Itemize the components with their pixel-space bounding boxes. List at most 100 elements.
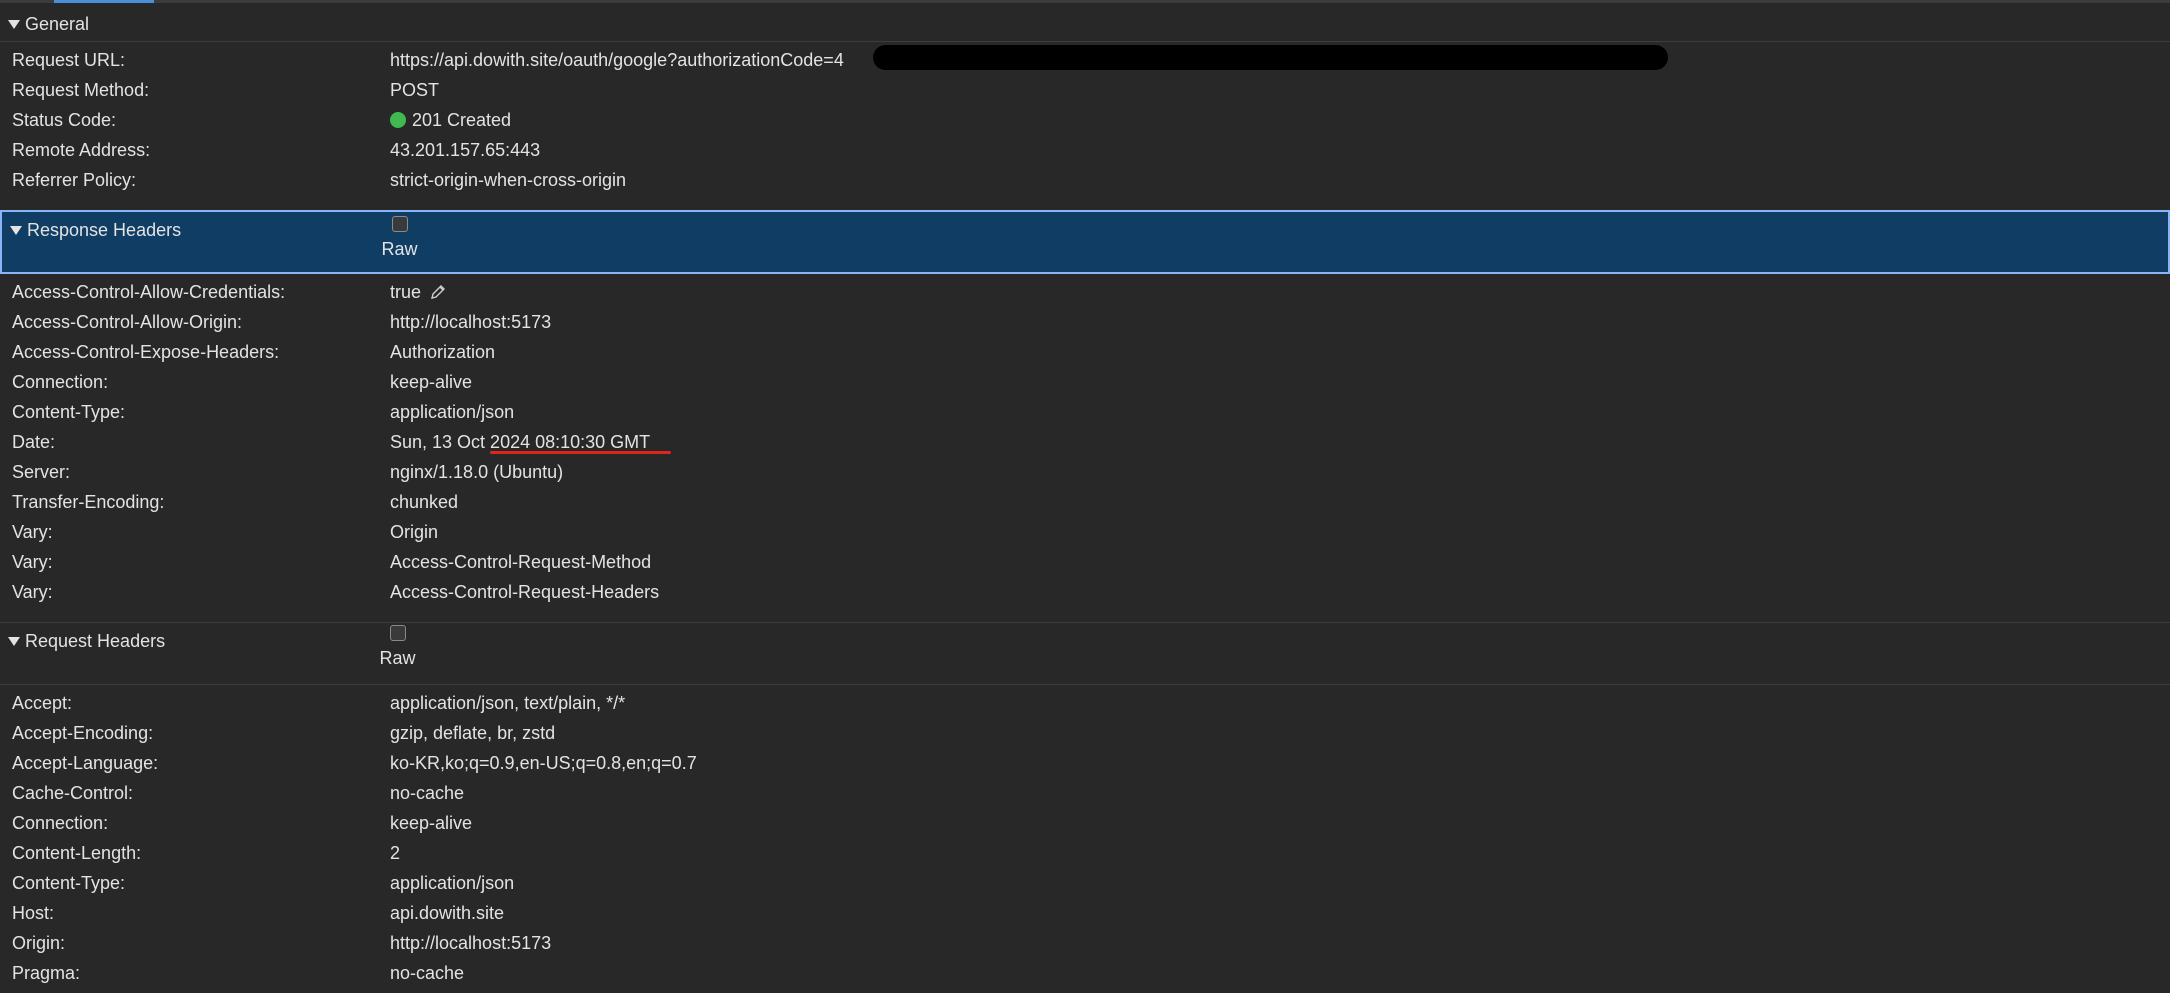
request-headers-title: Request Headers [25, 631, 166, 651]
header-key: Vary: [12, 582, 53, 602]
general-title: General [25, 14, 90, 34]
response-header-row: Vary: Access-Control-Request-Method [0, 547, 2170, 577]
header-value: api.dowith.site [390, 903, 505, 923]
request-header-row: Host: api.dowith.site [0, 898, 2170, 928]
header-key: Access-Control-Allow-Origin: [12, 312, 243, 332]
header-key: Connection: [12, 813, 109, 833]
header-value: strict-origin-when-cross-origin [390, 170, 627, 190]
header-value: 2 [390, 843, 401, 863]
response-header-row: Date: Sun, 13 Oct 2024 08:10:30 GMT [0, 427, 2170, 457]
header-key: Transfer-Encoding: [12, 492, 165, 512]
raw-toggle[interactable]: Raw [264, 216, 535, 260]
header-value: application/json [390, 402, 515, 422]
header-key: Request Method: [12, 80, 150, 100]
response-header-row: Server: nginx/1.18.0 (Ubuntu) [0, 457, 2170, 487]
header-value: nginx/1.18.0 (Ubuntu) [390, 462, 564, 482]
header-key: Status Code: [12, 110, 117, 130]
header-key: Remote Address: [12, 140, 151, 160]
header-key: Server: [12, 462, 71, 482]
header-value: keep-alive [390, 813, 473, 833]
header-key: Referrer Policy: [12, 170, 137, 190]
header-key: Access-Control-Allow-Credentials: [12, 282, 286, 302]
redaction-mark [873, 45, 1668, 70]
header-value: chunked [390, 492, 459, 512]
raw-label: Raw [379, 648, 416, 668]
raw-checkbox[interactable] [389, 625, 406, 641]
response-headers-section-header[interactable]: Response Headers Raw [0, 210, 2170, 274]
status-text: 201 Created [412, 110, 512, 130]
disclosure-triangle-icon [8, 637, 20, 646]
header-value: no-cache [390, 963, 465, 983]
header-value: Authorization [390, 342, 496, 362]
header-value: no-cache [390, 783, 465, 803]
header-value: true [390, 282, 422, 302]
header-key: Cache-Control: [12, 783, 134, 803]
header-value: https://api.dowith.site/oauth/google?aut… [390, 50, 844, 70]
request-headers-section-header[interactable]: Request Headers Raw [0, 622, 2170, 685]
general-row: Remote Address: 43.201.157.65:443 [0, 135, 2170, 165]
response-header-row: Access-Control-Allow-Credentials: true [0, 277, 2170, 307]
response-headers-toggle[interactable]: Response Headers [10, 220, 181, 241]
header-value: 43.201.157.65:443 [390, 140, 541, 160]
pencil-icon[interactable] [429, 283, 447, 301]
panel-tab-bar [0, 0, 2170, 3]
header-key: Connection: [12, 372, 109, 392]
raw-checkbox[interactable] [391, 216, 408, 232]
request-header-row: Cache-Control: no-cache [0, 778, 2170, 808]
response-header-row: Connection: keep-alive [0, 367, 2170, 397]
disclosure-triangle-icon [10, 226, 22, 235]
header-value: Access-Control-Request-Headers [390, 582, 660, 602]
header-value: Access-Control-Request-Method [390, 552, 652, 572]
request-header-row: Accept: application/json, text/plain, */… [0, 688, 2170, 718]
header-value: Origin [390, 522, 439, 542]
header-value: keep-alive [390, 372, 473, 392]
header-value: application/json, text/plain, */* [390, 693, 626, 713]
response-header-row: Vary: Origin [0, 517, 2170, 547]
header-key: Accept-Encoding: [12, 723, 154, 743]
header-value: POST [390, 80, 440, 100]
header-key: Host: [12, 903, 55, 923]
request-header-row: Connection: keep-alive [0, 808, 2170, 838]
header-key: Content-Type: [12, 873, 126, 893]
response-header-row: Access-Control-Allow-Origin: http://loca… [0, 307, 2170, 337]
header-value: http://localhost:5173 [390, 933, 552, 953]
header-key: Vary: [12, 552, 53, 572]
general-row: Request Method: POST [0, 75, 2170, 105]
header-key: Accept: [12, 693, 73, 713]
response-header-row: Access-Control-Expose-Headers: Authoriza… [0, 337, 2170, 367]
header-value: http://localhost:5173 [390, 312, 552, 332]
red-underline-annotation [490, 451, 671, 454]
active-tab-indicator [54, 0, 154, 3]
header-key: Content-Length: [12, 843, 142, 863]
request-header-row: Accept-Encoding: gzip, deflate, br, zstd [0, 718, 2170, 748]
header-value-with-edit: true [390, 277, 447, 307]
header-value: gzip, deflate, br, zstd [390, 723, 556, 743]
request-header-row: Content-Length: 2 [0, 838, 2170, 868]
general-section-header[interactable]: General [0, 8, 2170, 42]
header-value: ko-KR,ko;q=0.9,en-US;q=0.8,en;q=0.7 [390, 753, 697, 773]
general-toggle[interactable]: General [8, 14, 89, 35]
header-value: application/json [390, 873, 515, 893]
request-header-row: Origin: http://localhost:5173 [0, 928, 2170, 958]
status-value: 201 Created [390, 105, 511, 135]
response-header-row: Content-Type: application/json [0, 397, 2170, 427]
request-header-row: Accept-Language: ko-KR,ko;q=0.9,en-US;q=… [0, 748, 2170, 778]
header-key: Pragma: [12, 963, 81, 983]
header-key: Access-Control-Expose-Headers: [12, 342, 280, 362]
status-dot-icon [390, 112, 406, 128]
general-row: Referrer Policy: strict-origin-when-cros… [0, 165, 2170, 195]
raw-toggle[interactable]: Raw [262, 625, 533, 669]
header-key: Accept-Language: [12, 753, 159, 773]
header-key: Date: [12, 432, 56, 452]
general-row: Status Code: 201 Created [0, 105, 2170, 135]
response-headers-title: Response Headers [27, 220, 182, 240]
header-key: Content-Type: [12, 402, 126, 422]
request-header-row: Pragma: no-cache [0, 958, 2170, 988]
header-key: Vary: [12, 522, 53, 542]
response-header-row: Transfer-Encoding: chunked [0, 487, 2170, 517]
response-header-row: Vary: Access-Control-Request-Headers [0, 577, 2170, 607]
raw-label: Raw [381, 239, 418, 259]
request-header-row: Content-Type: application/json [0, 868, 2170, 898]
header-key: Origin: [12, 933, 66, 953]
request-headers-toggle[interactable]: Request Headers [8, 631, 165, 652]
